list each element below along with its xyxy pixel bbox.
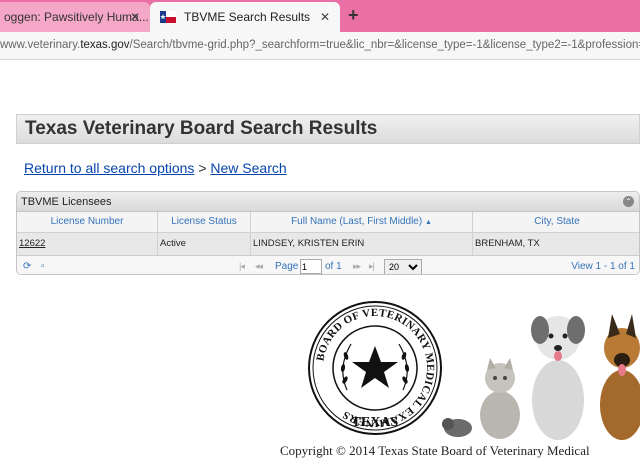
board-seal-logo: BOARD OF VETERINARY MEDICAL EXAMINERS TE… bbox=[307, 300, 443, 436]
page-title-bar: Texas Veterinary Board Search Results bbox=[16, 114, 640, 144]
license-number-link[interactable]: 12622 bbox=[19, 238, 45, 249]
new-search-link[interactable]: New Search bbox=[210, 160, 286, 176]
close-tab-icon[interactable]: ✕ bbox=[130, 10, 140, 24]
cell-license-status: Active bbox=[158, 233, 251, 255]
cell-city-state: BRENHAM, TX bbox=[475, 238, 540, 249]
page-title: Texas Veterinary Board Search Results bbox=[25, 118, 378, 139]
licensees-grid: TBVME Licensees ⌃ License Number License… bbox=[16, 191, 640, 275]
tab-label: TBVME Search Results bbox=[184, 10, 311, 24]
browser-tab-strip: oggen: Pawsitively Huma... ✕ TBVME Searc… bbox=[0, 0, 640, 32]
tab-label: oggen: Pawsitively Huma... bbox=[4, 10, 149, 24]
column-header-city-state[interactable]: City, State bbox=[473, 212, 639, 232]
prev-page-icon[interactable]: ◂◂ bbox=[255, 261, 263, 272]
navigation-links: Return to all search options > New Searc… bbox=[24, 160, 287, 176]
address-bar[interactable]: www.veterinary.texas.gov/Search/tbvme-gr… bbox=[0, 32, 640, 60]
view-records-label: View 1 - 1 of 1 bbox=[571, 261, 635, 272]
copyright-footer: Copyright © 2014 Texas State Board of Ve… bbox=[280, 443, 590, 458]
next-page-icon[interactable]: ▸▸ bbox=[353, 261, 361, 272]
cell-full-name: LINDSEY, KRISTEN ERIN bbox=[251, 233, 473, 255]
texas-flag-favicon-icon bbox=[160, 9, 176, 25]
last-page-icon[interactable]: ▸| bbox=[369, 261, 375, 272]
collapse-toggle-icon[interactable]: ⌃ bbox=[623, 196, 634, 207]
page-label: Page bbox=[275, 261, 299, 272]
grid-title: TBVME Licensees bbox=[21, 196, 112, 208]
page-count-label: of 1 bbox=[325, 261, 342, 272]
url-text[interactable]: www.veterinary.texas.gov/Search/tbvme-gr… bbox=[0, 39, 640, 51]
return-to-search-link[interactable]: Return to all search options bbox=[24, 160, 194, 176]
sort-asc-icon: ▲ bbox=[424, 219, 432, 226]
tab-blogger[interactable]: oggen: Pawsitively Huma... ✕ bbox=[0, 2, 150, 32]
new-tab-button[interactable]: + bbox=[348, 5, 359, 26]
svg-text:TEXAS: TEXAS bbox=[352, 415, 399, 430]
grid-header-row: License Number License Status Full Name … bbox=[17, 212, 639, 233]
rows-per-page-select[interactable]: 20 bbox=[384, 259, 422, 274]
pets-photo bbox=[440, 300, 640, 440]
column-header-license-number[interactable]: License Number bbox=[17, 212, 158, 232]
grid-pager: ⟳ ▫ |◂ ◂◂ Page of 1 ▸▸ ▸| 20 View 1 - 1 … bbox=[17, 256, 639, 274]
link-separator: > bbox=[198, 160, 207, 176]
column-header-license-status[interactable]: License Status bbox=[158, 212, 251, 232]
refresh-icon[interactable]: ⟳ bbox=[23, 261, 31, 272]
export-icon[interactable]: ▫ bbox=[41, 261, 45, 272]
column-header-full-name[interactable]: Full Name (Last, First Middle) ▲ bbox=[251, 212, 473, 232]
first-page-icon[interactable]: |◂ bbox=[239, 261, 245, 272]
page-number-input[interactable] bbox=[300, 259, 322, 274]
grid-caption: TBVME Licensees ⌃ bbox=[17, 192, 639, 212]
close-tab-icon[interactable]: ✕ bbox=[320, 10, 330, 24]
tab-tbvme[interactable]: TBVME Search Results ✕ bbox=[150, 2, 340, 32]
table-row: 12622 Active LINDSEY, KRISTEN ERIN BRENH… bbox=[17, 233, 639, 256]
cell-license-number: 12622 bbox=[17, 233, 158, 255]
